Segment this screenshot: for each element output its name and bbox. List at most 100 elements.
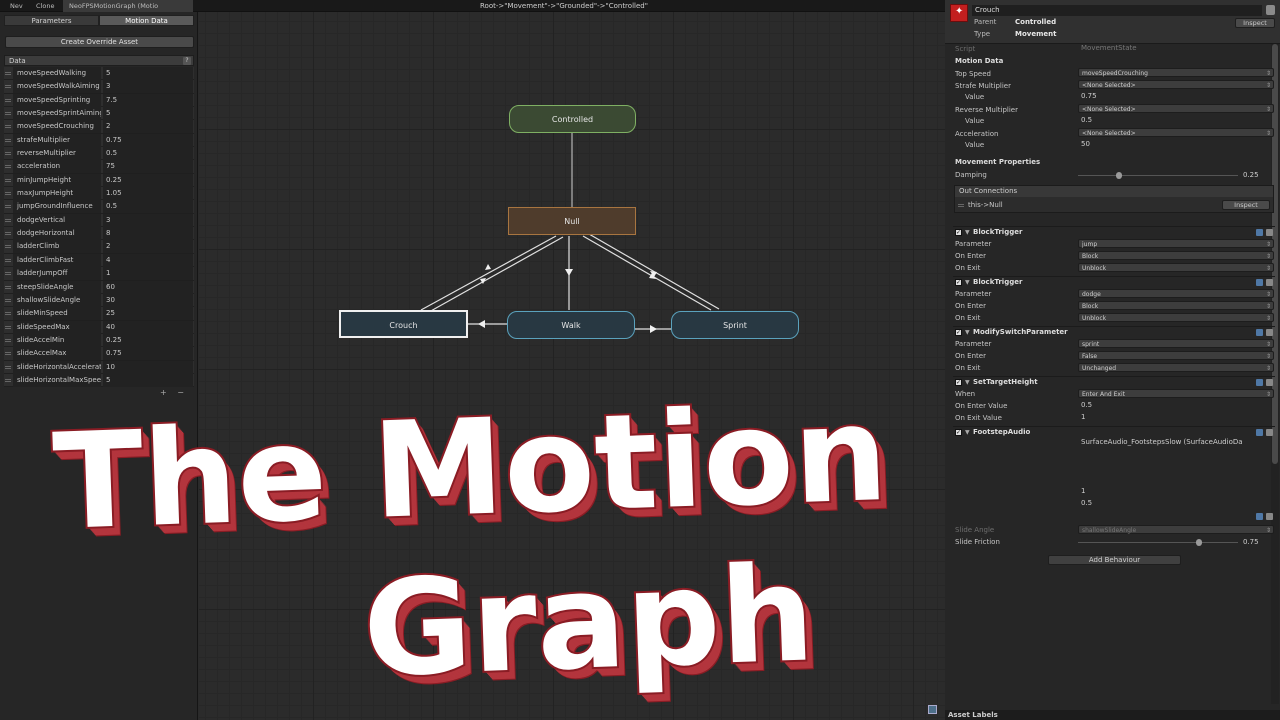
data-row-name[interactable]: slideAccelMax bbox=[13, 347, 101, 361]
drag-handle-icon[interactable] bbox=[5, 272, 11, 276]
lock-icon[interactable] bbox=[1266, 5, 1275, 15]
data-row[interactable]: slideHorizontalAcceleration10 bbox=[4, 360, 194, 374]
data-row-name[interactable]: reverseMultiplier bbox=[13, 147, 101, 161]
data-row-name[interactable]: moveSpeedCrouching bbox=[13, 120, 101, 134]
edge-crouch-null[interactable] bbox=[428, 236, 564, 313]
behaviour-dropdown[interactable]: Block bbox=[1078, 251, 1274, 261]
inspect-parent-button[interactable]: Inspect bbox=[1235, 18, 1275, 28]
data-row[interactable]: slideAccelMin 0.25 bbox=[4, 333, 194, 348]
data-row-value[interactable]: 0.25 bbox=[103, 333, 193, 347]
tab-motion-graph[interactable]: NeoFPSMotionGraph (Motio bbox=[63, 0, 193, 12]
node-crouch[interactable]: Crouch bbox=[339, 310, 468, 338]
drag-handle-icon[interactable] bbox=[5, 258, 11, 262]
behaviour-settings-icon[interactable] bbox=[1266, 229, 1273, 236]
data-row-name[interactable]: ladderJumpOff bbox=[13, 267, 101, 281]
data-row-name[interactable]: maxJumpHeight bbox=[13, 187, 101, 201]
behaviour-help-icon[interactable] bbox=[1256, 429, 1263, 436]
drag-handle-icon[interactable] bbox=[5, 365, 11, 369]
data-row-value[interactable]: 5 bbox=[103, 373, 193, 387]
data-row-name[interactable]: slideHorizontalAcceleration bbox=[13, 360, 101, 374]
graph-settings-icon[interactable] bbox=[928, 705, 937, 714]
drag-handle-icon[interactable] bbox=[5, 178, 11, 182]
behaviour-help-icon[interactable] bbox=[1256, 279, 1263, 286]
tab-clone[interactable]: Clone bbox=[30, 0, 60, 12]
data-row-value[interactable]: 40 bbox=[103, 320, 193, 334]
acceleration-value-field[interactable]: 50 bbox=[1078, 140, 1274, 149]
data-row-value[interactable]: 3 bbox=[103, 80, 193, 94]
behaviour-header[interactable]: ✓ ▼ BlockTrigger bbox=[953, 276, 1275, 287]
data-row-name[interactable]: moveSpeedSprinting bbox=[13, 93, 101, 107]
node-sprint[interactable]: Sprint bbox=[671, 311, 799, 339]
data-row[interactable]: moveSpeedSprintAiming 5 bbox=[4, 107, 194, 121]
behaviour-dropdown[interactable]: sprint bbox=[1078, 339, 1274, 349]
data-row-value[interactable]: 0.25 bbox=[103, 173, 193, 187]
data-row-value[interactable]: 0.75 bbox=[103, 133, 193, 147]
data-row[interactable]: slideAccelMax 0.75 bbox=[4, 347, 194, 361]
data-row-value[interactable]: 60 bbox=[103, 280, 193, 294]
drag-handle-icon[interactable] bbox=[5, 378, 11, 382]
hidden-value-1[interactable]: 1 bbox=[1078, 487, 1274, 496]
data-row-name[interactable]: jumpGroundInfluence bbox=[13, 200, 101, 214]
data-row-name[interactable]: dodgeHorizontal bbox=[13, 227, 101, 241]
foldout-icon[interactable]: ▼ bbox=[965, 377, 970, 388]
data-row[interactable]: ladderClimb 2 bbox=[4, 240, 194, 254]
behaviour-dropdown[interactable]: Block bbox=[1078, 301, 1274, 311]
data-row-value[interactable]: 0.75 bbox=[103, 347, 193, 361]
behaviour-enabled-checkbox[interactable]: ✓ bbox=[955, 379, 962, 386]
drag-handle-icon[interactable] bbox=[5, 338, 11, 342]
data-row-name[interactable]: acceleration bbox=[13, 160, 101, 174]
behaviour-dropdown[interactable]: Enter And Exit bbox=[1078, 389, 1274, 399]
behaviour-dropdown[interactable]: Unchanged bbox=[1078, 363, 1274, 373]
data-row-value[interactable]: 8 bbox=[103, 227, 193, 241]
behaviour-footstep-audio[interactable]: ✓ ▼ FootstepAudio bbox=[953, 426, 1275, 437]
data-row[interactable]: slideHorizontalMaxSpeed 5 bbox=[4, 373, 194, 388]
add-icon[interactable]: + bbox=[160, 388, 167, 397]
drag-handle-icon[interactable] bbox=[5, 138, 11, 142]
drag-handle-icon[interactable] bbox=[5, 112, 11, 116]
edge-sprint-null[interactable] bbox=[588, 233, 720, 310]
behaviour-dropdown[interactable]: Unblock bbox=[1078, 313, 1274, 323]
remove-icon[interactable]: − bbox=[177, 388, 184, 397]
data-row[interactable]: dodgeVertical 3 bbox=[4, 213, 194, 228]
data-row[interactable]: reverseMultiplier 0.5 bbox=[4, 147, 194, 161]
data-row-value[interactable]: 75 bbox=[103, 160, 193, 174]
motion-graph-canvas[interactable]: Controlled Null Crouch Walk Sprint bbox=[199, 12, 945, 720]
data-row[interactable]: ladderJumpOff 1 bbox=[4, 267, 194, 281]
behaviour-value-field[interactable]: 1 bbox=[1078, 413, 1274, 422]
data-row-value[interactable]: 1.05 bbox=[103, 187, 193, 201]
tab-new[interactable]: Nev bbox=[4, 0, 29, 12]
drag-handle-icon[interactable] bbox=[5, 285, 11, 289]
help-icon[interactable]: ? bbox=[183, 57, 191, 65]
damping-slider-knob[interactable] bbox=[1116, 172, 1122, 179]
edge-null-crouch[interactable] bbox=[420, 235, 557, 311]
reverse-value-field[interactable]: 0.5 bbox=[1078, 116, 1274, 125]
drag-handle-icon[interactable] bbox=[5, 312, 11, 316]
behaviour-help-icon[interactable] bbox=[1256, 379, 1263, 386]
drag-handle-icon[interactable] bbox=[958, 204, 964, 207]
data-row[interactable]: ladderClimbFast 4 bbox=[4, 253, 194, 268]
drag-handle-icon[interactable] bbox=[5, 352, 11, 356]
reverse-multiplier-dropdown[interactable]: <None Selected> bbox=[1078, 104, 1274, 114]
data-row-name[interactable]: ladderClimbFast bbox=[13, 253, 101, 267]
data-row-value[interactable]: 1 bbox=[103, 267, 193, 281]
behaviour-enabled-checkbox[interactable]: ✓ bbox=[955, 229, 962, 236]
behaviour-settings-icon[interactable] bbox=[1266, 429, 1273, 436]
data-row-value[interactable]: 5 bbox=[103, 107, 193, 121]
inspect-connection-button[interactable]: Inspect bbox=[1222, 200, 1270, 210]
state-name-field[interactable]: Crouch bbox=[972, 5, 1262, 16]
drag-handle-icon[interactable] bbox=[5, 85, 11, 89]
acceleration-dropdown[interactable]: <None Selected> bbox=[1078, 128, 1274, 138]
strafe-value-field[interactable]: 0.75 bbox=[1078, 92, 1274, 101]
behaviour-settings-icon[interactable] bbox=[1266, 329, 1273, 336]
data-row[interactable]: moveSpeedWalking 5 bbox=[4, 67, 194, 81]
data-row[interactable]: moveSpeedSprinting 7.5 bbox=[4, 93, 194, 108]
data-row-name[interactable]: slideHorizontalMaxSpeed bbox=[13, 373, 101, 387]
top-speed-dropdown[interactable]: moveSpeedCrouching bbox=[1078, 68, 1274, 78]
data-row[interactable]: strafeMultiplier 0.75 bbox=[4, 133, 194, 148]
strafe-multiplier-dropdown[interactable]: <None Selected> bbox=[1078, 80, 1274, 90]
data-row[interactable]: dodgeHorizontal 8 bbox=[4, 227, 194, 241]
behaviour-enabled-checkbox[interactable]: ✓ bbox=[955, 279, 962, 286]
data-row-name[interactable]: moveSpeedWalking bbox=[13, 67, 101, 80]
drag-handle-icon[interactable] bbox=[5, 232, 11, 236]
drag-handle-icon[interactable] bbox=[5, 205, 11, 209]
